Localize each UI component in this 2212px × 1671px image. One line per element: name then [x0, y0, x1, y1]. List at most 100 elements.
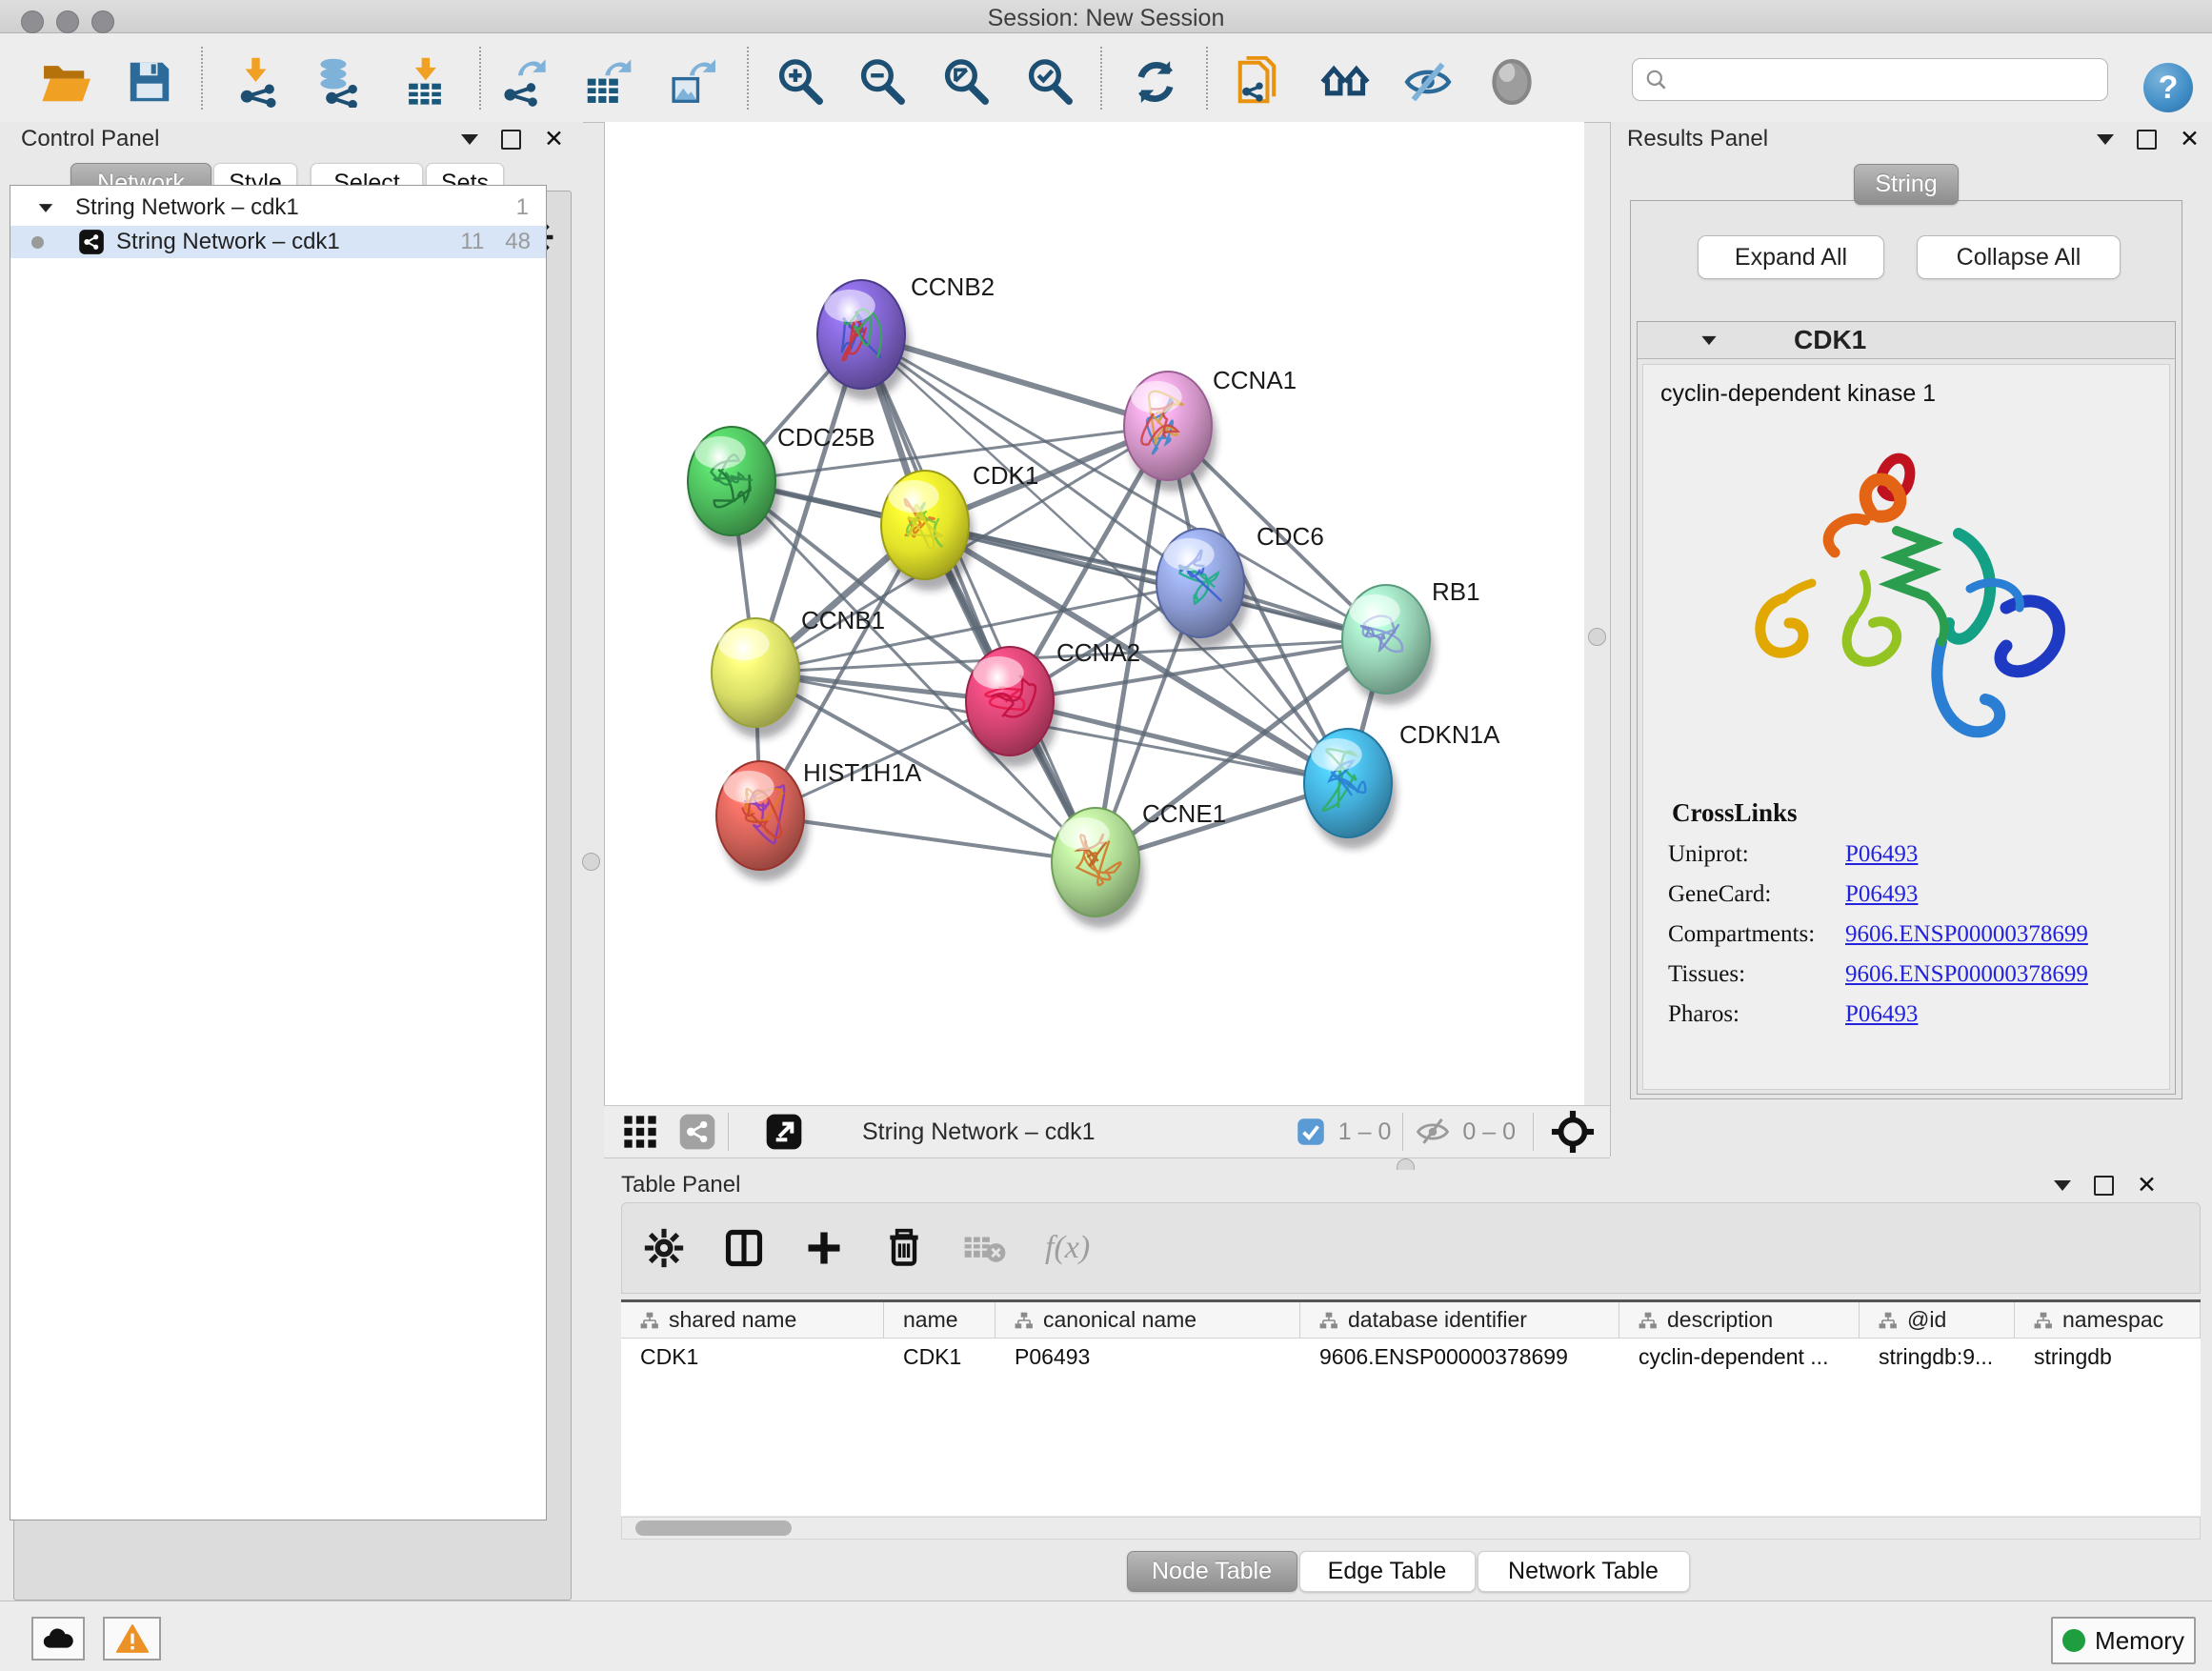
zoom-out-icon[interactable] [855, 54, 910, 110]
network-view-toolbar: String Network – cdk1 1 – 0 0 – 0 [604, 1105, 1610, 1158]
function-builder-icon: f(x) [1045, 1230, 1090, 1266]
scrollbar-thumb[interactable] [635, 1520, 792, 1536]
column-header-database-identifier[interactable]: database identifier [1300, 1302, 1619, 1338]
column-header-label: description [1667, 1307, 1773, 1333]
graphics-details-eye-icon[interactable] [1400, 54, 1456, 110]
crosslink-link[interactable]: 9606.ENSP00000378699 [1845, 921, 2088, 948]
open-view-icon[interactable] [765, 1113, 803, 1151]
column-header-name[interactable]: name [884, 1302, 995, 1338]
tab-node-table[interactable]: Node Table [1127, 1551, 1297, 1592]
network-edge[interactable] [760, 815, 1096, 862]
string-homes-icon[interactable] [1317, 54, 1373, 110]
crosslink-link[interactable]: P06493 [1845, 881, 1918, 908]
import-network-file-icon[interactable] [231, 54, 286, 110]
panel-close-icon[interactable]: ✕ [2137, 1178, 2157, 1194]
network-canvas[interactable]: CCNB2CCNA1CDC25BCDK1CDC6RB1CCNB1CCNA2CDK… [604, 122, 1584, 1105]
string-network-icon [78, 229, 105, 255]
network-row-selected[interactable]: String Network – cdk1 11 48 [10, 226, 546, 258]
search-input[interactable] [1632, 58, 2108, 101]
column-header-description[interactable]: description [1619, 1302, 1860, 1338]
crosslink-link[interactable]: P06493 [1845, 1001, 1918, 1028]
expand-all-button[interactable]: Expand All [1698, 235, 1884, 279]
panel-close-icon[interactable]: ✕ [544, 131, 564, 148]
network-collection-row[interactable]: String Network – cdk1 1 [10, 191, 546, 224]
help-button[interactable]: ? [2143, 63, 2193, 112]
left-split-handle[interactable] [582, 853, 600, 871]
birdseye-crosshair-icon[interactable] [1551, 1110, 1595, 1154]
zoom-selected-icon[interactable] [1022, 54, 1077, 110]
panel-close-icon[interactable]: ✕ [2180, 131, 2200, 148]
control-panel-window-buttons: ✕ [461, 130, 564, 150]
right-split-handle[interactable] [1588, 628, 1606, 646]
table-options-gear-icon[interactable] [643, 1227, 685, 1269]
delete-column-icon[interactable] [883, 1227, 925, 1269]
status-bar: Memory [0, 1601, 2212, 1671]
crosslink-label: Pharos: [1668, 1001, 1845, 1028]
table-cell[interactable]: stringdb:9... [1860, 1339, 2015, 1375]
cdk1-details: cyclin-dependent kinase 1 CrossLinks Uni… [1642, 364, 2170, 1090]
show-columns-icon[interactable] [723, 1227, 765, 1269]
crosslink-link[interactable]: 9606.ENSP00000378699 [1845, 961, 2088, 988]
tab-network-table[interactable]: Network Table [1478, 1551, 1690, 1592]
panel-menu-icon[interactable] [2054, 1180, 2071, 1191]
node-label-hist1h1a: HIST1H1A [803, 758, 922, 787]
import-table-file-icon[interactable] [397, 54, 452, 110]
table-panel-title: Table Panel [621, 1172, 740, 1198]
crosslink-row: Uniprot:P06493 [1668, 841, 2169, 868]
birds-eye-view-icon[interactable] [1484, 54, 1539, 110]
network-status-dot [31, 236, 44, 249]
tab-string[interactable]: String [1854, 164, 1959, 205]
horizontal-scrollbar[interactable] [621, 1517, 2201, 1540]
table-cell[interactable]: 9606.ENSP00000378699 [1300, 1339, 1619, 1375]
table-tabs: Node Table Edge Table Network Table [604, 1551, 2212, 1595]
toolbar-separator [1100, 47, 1102, 110]
collapse-all-button[interactable]: Collapse All [1917, 235, 2121, 279]
table-cell[interactable]: cyclin-dependent ... [1619, 1339, 1860, 1375]
column-type-icon [1319, 1311, 1338, 1330]
section-collapse-icon[interactable] [1701, 335, 1716, 344]
table-cell[interactable]: CDK1 [621, 1339, 884, 1375]
column-header-label: database identifier [1348, 1307, 1527, 1333]
column-header--id[interactable]: @id [1860, 1302, 2015, 1338]
save-session-icon[interactable] [122, 54, 177, 110]
open-in-browser-icon[interactable] [1232, 54, 1287, 110]
export-image-icon[interactable] [662, 54, 717, 110]
control-panel: Control Panel ✕ Network Style Select Set… [0, 122, 583, 1601]
node-label-ccna2: CCNA2 [1056, 638, 1140, 667]
import-network-database-icon[interactable] [311, 54, 366, 110]
table-row[interactable]: CDK1CDK1P064939606.ENSP00000378699cyclin… [621, 1339, 2201, 1375]
panel-float-icon[interactable] [2137, 130, 2157, 150]
main-toolbar: ? [0, 33, 2212, 123]
table-cell[interactable]: stringdb [2015, 1339, 2201, 1375]
export-network-icon[interactable] [495, 54, 551, 110]
panel-menu-icon[interactable] [461, 134, 478, 145]
node-label-ccne1: CCNE1 [1142, 799, 1226, 828]
panel-float-icon[interactable] [501, 130, 521, 150]
column-header-namespac[interactable]: namespac [2015, 1302, 2201, 1338]
export-table-icon[interactable] [579, 54, 634, 110]
tab-edge-table[interactable]: Edge Table [1299, 1551, 1476, 1592]
panel-float-icon[interactable] [2094, 1176, 2114, 1196]
crosslink-link[interactable]: P06493 [1845, 841, 1918, 868]
open-session-icon[interactable] [37, 54, 92, 110]
table-cell[interactable]: P06493 [995, 1339, 1300, 1375]
share-view-icon[interactable] [678, 1113, 716, 1151]
cloud-button[interactable] [31, 1617, 85, 1661]
results-panel-window-buttons: ✕ [2097, 130, 2200, 150]
update-network-icon[interactable] [1128, 54, 1183, 110]
column-header-canonical-name[interactable]: canonical name [995, 1302, 1300, 1338]
add-column-icon[interactable] [803, 1227, 845, 1269]
column-header-shared-name[interactable]: shared name [621, 1302, 884, 1338]
table-cell[interactable]: CDK1 [884, 1339, 995, 1375]
toolbar-separator [479, 47, 481, 110]
cdk1-section-header[interactable]: CDK1 [1638, 322, 2175, 359]
selected-checkbox-icon[interactable] [1297, 1117, 1325, 1146]
warning-button[interactable] [103, 1617, 161, 1661]
node-label-cdc6: CDC6 [1257, 522, 1324, 551]
tree-expand-icon[interactable] [39, 204, 52, 212]
grid-view-icon[interactable] [621, 1113, 659, 1151]
memory-button[interactable]: Memory [2051, 1617, 2196, 1664]
panel-menu-icon[interactable] [2097, 134, 2114, 145]
zoom-in-icon[interactable] [773, 54, 828, 110]
zoom-fit-content-icon[interactable] [938, 54, 994, 110]
